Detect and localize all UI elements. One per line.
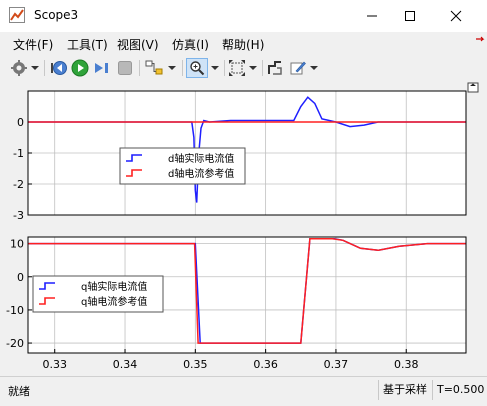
zoom-dropdown[interactable] bbox=[210, 58, 220, 78]
style-icon bbox=[290, 61, 306, 75]
menu-tools[interactable]: 工具(T) bbox=[67, 36, 108, 53]
y-tick-label: -10 bbox=[6, 304, 24, 317]
zoom-icon bbox=[190, 61, 205, 76]
toolbar-separator bbox=[182, 60, 183, 76]
stop-icon bbox=[118, 61, 132, 75]
toolbar bbox=[0, 54, 487, 83]
run-icon bbox=[71, 59, 89, 77]
close-button[interactable] bbox=[433, 0, 479, 32]
gear-icon bbox=[11, 60, 27, 76]
title-bar: Scope3 bbox=[0, 0, 487, 32]
legend-label: d轴电流参考值 bbox=[168, 167, 234, 180]
settings-dropdown[interactable] bbox=[30, 58, 40, 78]
legend: q轴实际电流值 q轴电流参考值 bbox=[32, 275, 164, 313]
cursor-measure-icon bbox=[268, 61, 282, 75]
maximize-icon bbox=[405, 11, 415, 21]
menu-bar: 文件(F) 工具(T) 视图(V) 仿真(I) 帮助(H) bbox=[0, 32, 487, 54]
matlab-app-icon bbox=[9, 7, 25, 23]
style-button[interactable] bbox=[289, 58, 307, 78]
zoom-button[interactable] bbox=[186, 58, 208, 78]
step-back-icon bbox=[51, 61, 67, 75]
dropdown-arrow-icon bbox=[211, 66, 219, 70]
close-icon bbox=[450, 10, 462, 22]
stop-button[interactable] bbox=[116, 58, 134, 78]
toolbar-separator bbox=[139, 60, 140, 76]
y-tick-label: -1 bbox=[13, 147, 24, 160]
dropdown-arrow-icon bbox=[31, 66, 39, 70]
menu-help[interactable]: 帮助(H) bbox=[222, 36, 264, 53]
menu-simulation[interactable]: 仿真(I) bbox=[172, 36, 209, 53]
highlight-block-button[interactable] bbox=[145, 58, 165, 78]
style-dropdown[interactable] bbox=[309, 58, 319, 78]
legend-label: q轴电流参考值 bbox=[81, 295, 147, 308]
x-tick-label: 0.38 bbox=[394, 358, 419, 371]
legend: d轴实际电流值 d轴电流参考值 bbox=[119, 147, 246, 185]
y-tick-label: -20 bbox=[6, 337, 24, 350]
dropdown-arrow-icon bbox=[168, 66, 176, 70]
step-back-button[interactable] bbox=[50, 58, 68, 78]
legend-label: d轴实际电流值 bbox=[168, 152, 234, 165]
settings-button[interactable] bbox=[10, 58, 28, 78]
dock-arrow-icon[interactable] bbox=[475, 36, 485, 46]
y-tick-label: -3 bbox=[13, 209, 24, 222]
y-tick-label: 0 bbox=[17, 271, 24, 284]
step-forward-icon bbox=[95, 63, 108, 73]
dropdown-arrow-icon bbox=[310, 66, 318, 70]
highlight-block-icon bbox=[145, 60, 163, 75]
legend-label: q轴实际电流值 bbox=[81, 280, 147, 293]
run-button[interactable] bbox=[71, 58, 89, 78]
status-ready: 就绪 bbox=[8, 385, 30, 398]
scope-plots[interactable]: 0 -1 -2 -3 d轴实际电流值 d轴电流参考值 10 0 -10 -20 q轴实际电流值 q轴电… bbox=[0, 82, 487, 375]
autoscale-icon bbox=[229, 60, 245, 76]
maximize-button[interactable] bbox=[387, 0, 433, 32]
x-tick-label: 0.36 bbox=[253, 358, 278, 371]
minimize-icon bbox=[367, 15, 377, 17]
expand-plot-button[interactable] bbox=[467, 82, 479, 93]
x-tick-label: 0.34 bbox=[113, 358, 138, 371]
window-title: Scope3 bbox=[34, 8, 79, 22]
highlight-dropdown[interactable] bbox=[167, 58, 177, 78]
toolbar-separator bbox=[262, 60, 263, 76]
status-bar: 就绪 基于采样 T=0.500 bbox=[0, 376, 487, 406]
x-tick-label: 0.35 bbox=[183, 358, 208, 371]
y-tick-label: -2 bbox=[13, 178, 24, 191]
x-tick-label: 0.37 bbox=[324, 358, 349, 371]
y-tick-label: 10 bbox=[10, 238, 24, 251]
scope-plot-area: 0 -1 -2 -3 d轴实际电流值 d轴电流参考值 10 0 -10 -20 q轴实际电流值 q轴电… bbox=[0, 82, 487, 375]
cursor-measure-button[interactable] bbox=[266, 58, 284, 78]
menu-view[interactable]: 视图(V) bbox=[117, 36, 159, 53]
simulation-time: T=0.500 bbox=[432, 380, 487, 400]
step-forward-button[interactable] bbox=[93, 58, 111, 78]
toolbar-separator bbox=[44, 60, 45, 76]
menu-file[interactable]: 文件(F) bbox=[13, 36, 53, 53]
toolbar-separator bbox=[224, 60, 225, 76]
autoscale-dropdown[interactable] bbox=[248, 58, 258, 78]
sample-mode-label: 基于采样 bbox=[378, 380, 433, 400]
dropdown-arrow-icon bbox=[249, 66, 257, 70]
autoscale-button[interactable] bbox=[228, 58, 246, 78]
y-tick-label: 0 bbox=[17, 116, 24, 129]
x-tick-label: 0.33 bbox=[42, 358, 67, 371]
